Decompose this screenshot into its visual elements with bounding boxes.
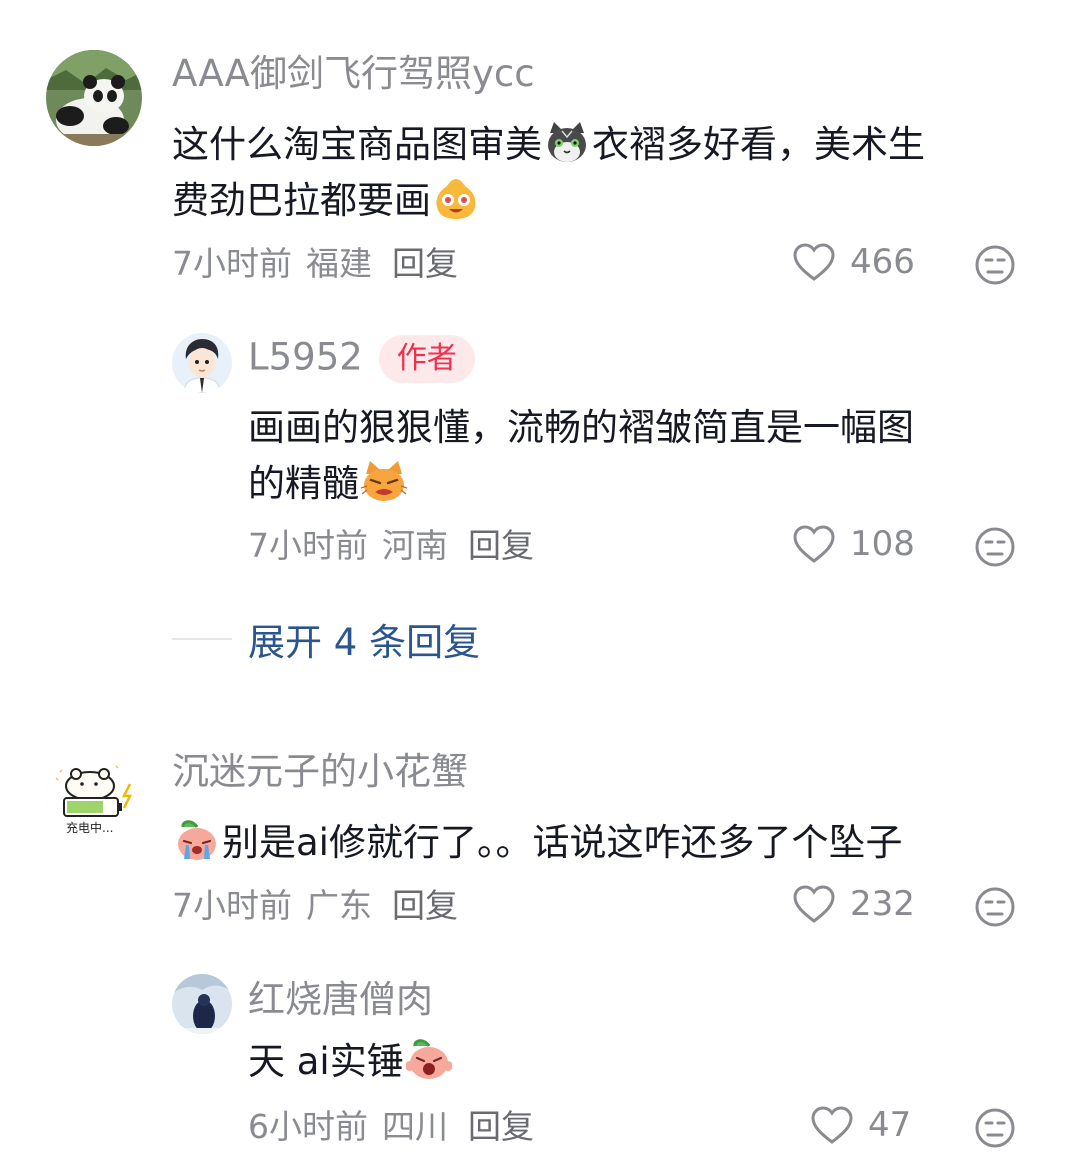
reply-text-part: 天 ai实锤: [248, 1040, 404, 1083]
heart-outline-icon: [793, 243, 835, 281]
reply-username[interactable]: 红烧唐僧肉: [248, 978, 433, 1022]
reply-button[interactable]: 回复: [468, 1107, 534, 1146]
comment-time: 7小时前: [172, 886, 292, 925]
comment-text-part: 衣褶多好看，美术生: [592, 123, 925, 166]
expand-replies-label: 展开 4 条回复: [248, 621, 481, 664]
panda-avatar-image: [46, 50, 142, 146]
like-count: 108: [850, 524, 915, 564]
reply-username-text[interactable]: L5952: [248, 336, 363, 379]
like-count: 47: [868, 1105, 912, 1145]
reply-text: 天 ai实锤: [248, 1034, 1038, 1090]
reply-button[interactable]: 回复: [392, 244, 458, 283]
crying-peach-emoji-icon: [174, 817, 220, 863]
comment-time: 7小时前: [172, 244, 292, 283]
unamused-face-icon[interactable]: [974, 886, 1016, 928]
unamused-face-icon[interactable]: [974, 244, 1016, 286]
expand-replies-button[interactable]: 展开 4 条回复: [172, 612, 480, 666]
laughing-blob-emoji-icon: [433, 175, 479, 221]
snow-figure-avatar[interactable]: [172, 974, 232, 1034]
reply-text-part: 的精髓: [248, 462, 359, 505]
comment-location: 福建: [306, 244, 372, 283]
like-count: 466: [850, 242, 915, 282]
reply-button[interactable]: 回复: [392, 886, 458, 925]
reply-time: 6小时前: [248, 1107, 368, 1146]
reply-username: L5952 作者: [248, 335, 475, 383]
charging-bear-avatar[interactable]: 充电中...: [46, 748, 142, 844]
reply-meta: 6小时前 四川 回复: [248, 1107, 534, 1147]
author-avatar-image: [172, 333, 232, 393]
comment-text-part: 费劲巴拉都要画: [172, 179, 431, 222]
reply-location: 四川: [382, 1107, 448, 1146]
reply-text-part: 画画的狠狠懂，流畅的褶皱简直是一幅图: [248, 406, 914, 449]
expand-divider: [172, 638, 232, 640]
comment-text-part: 别是ai修就行了。。话说这咋还多了个坠子: [222, 821, 903, 864]
comment-text: 这什么淘宝商品图审美 衣褶多好看，美术生 费劲巴拉都要画: [172, 117, 1032, 229]
like-button[interactable]: 466: [792, 242, 915, 282]
unamused-face-icon[interactable]: [974, 526, 1016, 568]
cat-emoji-icon: [544, 119, 590, 165]
reply-meta: 7小时前 河南 回复: [248, 526, 534, 566]
reply-button[interactable]: 回复: [468, 526, 534, 565]
author-avatar[interactable]: [172, 333, 232, 393]
shocked-peach-emoji-icon: [404, 1036, 453, 1082]
like-button[interactable]: 47: [810, 1105, 911, 1145]
comment-username[interactable]: AAA御剑飞行驾照ycc: [172, 52, 535, 96]
comment-text: 别是ai修就行了。。话说这咋还多了个坠子: [172, 815, 1032, 871]
like-button[interactable]: 108: [792, 524, 915, 564]
like-button[interactable]: 232: [792, 884, 915, 924]
like-count: 232: [850, 884, 915, 924]
comment-username[interactable]: 沉迷元子的小花蟹: [172, 750, 468, 794]
svg-text:充电中...: 充电中...: [66, 820, 113, 835]
comment-meta: 7小时前 福建 回复: [172, 244, 458, 284]
reply-location: 河南: [382, 526, 448, 565]
author-badge: 作者: [378, 335, 475, 383]
unamused-face-icon[interactable]: [974, 1107, 1016, 1149]
reply-text: 画画的狠狠懂，流畅的褶皱简直是一幅图 的精髓: [248, 400, 1038, 512]
comment-meta: 7小时前 广东 回复: [172, 886, 458, 926]
reply-time: 7小时前: [248, 526, 368, 565]
comment-location: 广东: [306, 886, 372, 925]
snow-figure-avatar-image: [172, 974, 232, 1034]
charging-bear-avatar-image: 充电中...: [46, 748, 142, 844]
comment-text-part: 这什么淘宝商品图审美: [172, 123, 542, 166]
panda-avatar[interactable]: [46, 50, 142, 146]
heart-outline-icon: [793, 525, 835, 563]
heart-outline-icon: [793, 885, 835, 923]
heart-outline-icon: [811, 1106, 853, 1144]
angry-cat-emoji-icon: [360, 458, 408, 504]
